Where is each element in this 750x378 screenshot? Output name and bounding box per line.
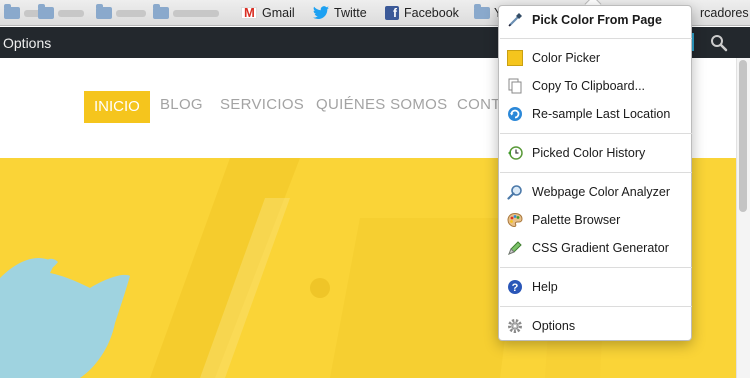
- menu-item-label: Webpage Color Analyzer: [532, 185, 671, 199]
- menu-item-resample[interactable]: Re-sample Last Location: [499, 101, 693, 127]
- menu-divider: [500, 267, 692, 268]
- color-picker-menu: Pick Color From Page Color Picker Copy T…: [498, 5, 692, 341]
- folder-icon: [4, 4, 20, 19]
- help-icon: ?: [508, 280, 522, 294]
- bookmark-label: Twitte: [334, 6, 367, 20]
- menu-item-label: Copy To Clipboard...: [532, 79, 646, 93]
- bookmark-gmail[interactable]: Gmail: [241, 4, 295, 22]
- menu-item-options[interactable]: Options: [499, 313, 693, 339]
- menu-item-palette-browser[interactable]: Palette Browser: [499, 207, 693, 233]
- nav-item-servicios[interactable]: SERVICIOS: [220, 96, 304, 113]
- scrollbar-thumb[interactable]: [739, 60, 747, 212]
- menu-item-label: Re-sample Last Location: [532, 107, 671, 121]
- menu-divider: [500, 306, 692, 307]
- bookmark-facebook[interactable]: f Facebook: [385, 4, 459, 22]
- history-icon: [508, 146, 523, 160]
- menu-item-help[interactable]: ? Help: [499, 274, 693, 300]
- menu-divider: [500, 38, 692, 39]
- bookmark-label: Facebook: [404, 6, 459, 20]
- menu-divider: [500, 172, 692, 173]
- menu-item-label: Palette Browser: [532, 213, 621, 227]
- bookmark-label: Gmail: [262, 6, 295, 20]
- menu-item-label: Help: [532, 280, 558, 294]
- eyedropper-icon: [508, 13, 522, 27]
- nav-item-inicio[interactable]: INICIO: [84, 91, 150, 123]
- folder-icon: [38, 4, 54, 19]
- other-bookmarks[interactable]: rcadores: [700, 4, 749, 22]
- bookmark-folder[interactable]: [38, 4, 84, 22]
- menu-item-copy-clipboard[interactable]: Copy To Clipboard...: [499, 73, 693, 99]
- facebook-icon: f: [385, 6, 399, 20]
- menu-item-label: CSS Gradient Generator: [532, 241, 669, 255]
- menu-item-label: Color Picker: [532, 51, 601, 65]
- bookmark-folder[interactable]: [96, 4, 146, 22]
- admin-options-link[interactable]: Options: [3, 35, 51, 51]
- search-icon[interactable]: [710, 34, 728, 52]
- menu-item-label: Options: [532, 319, 576, 333]
- twitter-icon: [313, 6, 329, 20]
- bookmark-folder[interactable]: [153, 4, 219, 22]
- nav-item-quienes-somos[interactable]: QUIÉNES SOMOS: [316, 96, 447, 113]
- gmail-icon: [241, 7, 257, 19]
- bookmark-twitter[interactable]: Twitte: [313, 4, 367, 22]
- clipboard-icon: [508, 78, 522, 94]
- menu-item-label: Pick Color From Page: [532, 13, 662, 27]
- menu-item-gradient-generator[interactable]: CSS Gradient Generator: [499, 235, 693, 261]
- palette-icon: [507, 212, 523, 228]
- magnifier-icon: [507, 185, 522, 200]
- folder-icon: [153, 4, 169, 19]
- resample-icon: [508, 107, 522, 121]
- menu-item-pick-color[interactable]: Pick Color From Page: [499, 7, 693, 33]
- menu-divider: [500, 133, 692, 134]
- gradient-pen-icon: [508, 241, 522, 255]
- bookmark-label: rcadores: [700, 6, 749, 20]
- nav-item-blog[interactable]: BLOG: [160, 96, 203, 113]
- folder-icon: [474, 4, 490, 19]
- gear-icon: [508, 319, 522, 333]
- menu-item-label: Picked Color History: [532, 146, 646, 160]
- svg-text:?: ?: [512, 282, 519, 294]
- folder-icon: [96, 4, 112, 19]
- menu-item-history[interactable]: Picked Color History: [499, 140, 693, 166]
- menu-item-color-analyzer[interactable]: Webpage Color Analyzer: [499, 179, 693, 205]
- menu-item-color-picker[interactable]: Color Picker: [499, 45, 693, 71]
- color-swatch-icon: [507, 50, 523, 66]
